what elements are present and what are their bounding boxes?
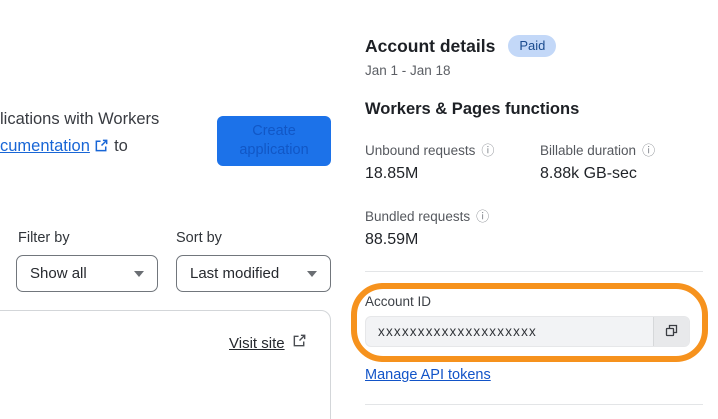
intro-line-2: cumentation to <box>0 133 159 162</box>
info-icon[interactable]: ⓘ <box>476 210 489 223</box>
metric-label: Billable duration ⓘ <box>540 143 656 158</box>
functions-section-title: Workers & Pages functions <box>365 100 580 118</box>
date-range: Jan 1 - Jan 18 <box>365 63 451 78</box>
copy-icon <box>664 323 679 341</box>
intro-line-1: lications with Workers <box>0 110 160 128</box>
manage-api-tokens-link[interactable]: Manage API tokens <box>365 367 491 383</box>
metric-value: 18.85M <box>365 165 419 182</box>
metric-value: 8.88k GB-sec <box>540 165 637 182</box>
account-details-title: Account details <box>365 35 496 56</box>
sort-dropdown-value: Last modified <box>190 265 280 282</box>
account-id-label: Account ID <box>365 294 432 309</box>
intro-text: lications with Workers cumentation to <box>0 106 159 162</box>
workers-pages-dashboard: lications with Workers cumentation to Cr… <box>0 0 718 419</box>
metric-label: Unbound requests ⓘ <box>365 143 495 158</box>
sort-by-label: Sort by <box>176 230 222 246</box>
copy-button[interactable] <box>653 317 689 346</box>
visit-site-link[interactable]: Visit site <box>229 333 307 353</box>
sort-dropdown[interactable]: Last modified <box>176 255 331 292</box>
create-application-button[interactable]: Create application <box>217 116 331 166</box>
divider <box>365 404 703 405</box>
metric-bundled-requests: Bundled requests ⓘ 88.59M <box>365 209 489 249</box>
chevron-down-icon <box>307 270 317 277</box>
account-details-header: Account details Paid <box>365 35 557 57</box>
filter-dropdown-value: Show all <box>30 265 87 282</box>
metric-unbound-requests: Unbound requests ⓘ 18.85M <box>365 143 494 183</box>
account-id-field: xxxxxxxxxxxxxxxxxxxx <box>365 316 690 347</box>
plan-badge: Paid <box>508 35 557 57</box>
chevron-down-icon <box>134 270 144 277</box>
project-card <box>0 310 331 419</box>
metric-billable-duration: Billable duration ⓘ 8.88k GB-sec <box>540 143 655 183</box>
divider <box>365 271 703 272</box>
documentation-link[interactable]: cumentation <box>0 137 90 155</box>
metric-label: Bundled requests ⓘ <box>365 209 490 224</box>
metric-value: 88.59M <box>365 231 419 248</box>
filter-by-label: Filter by <box>18 230 70 246</box>
info-icon[interactable]: ⓘ <box>642 144 655 157</box>
visit-site-label: Visit site <box>229 334 285 352</box>
info-icon[interactable]: ⓘ <box>481 144 494 157</box>
intro-after-link: to <box>109 137 128 155</box>
external-link-icon <box>292 333 307 353</box>
external-link-icon <box>94 135 109 162</box>
account-id-value[interactable]: xxxxxxxxxxxxxxxxxxxx <box>366 317 653 346</box>
filter-dropdown[interactable]: Show all <box>16 255 158 292</box>
